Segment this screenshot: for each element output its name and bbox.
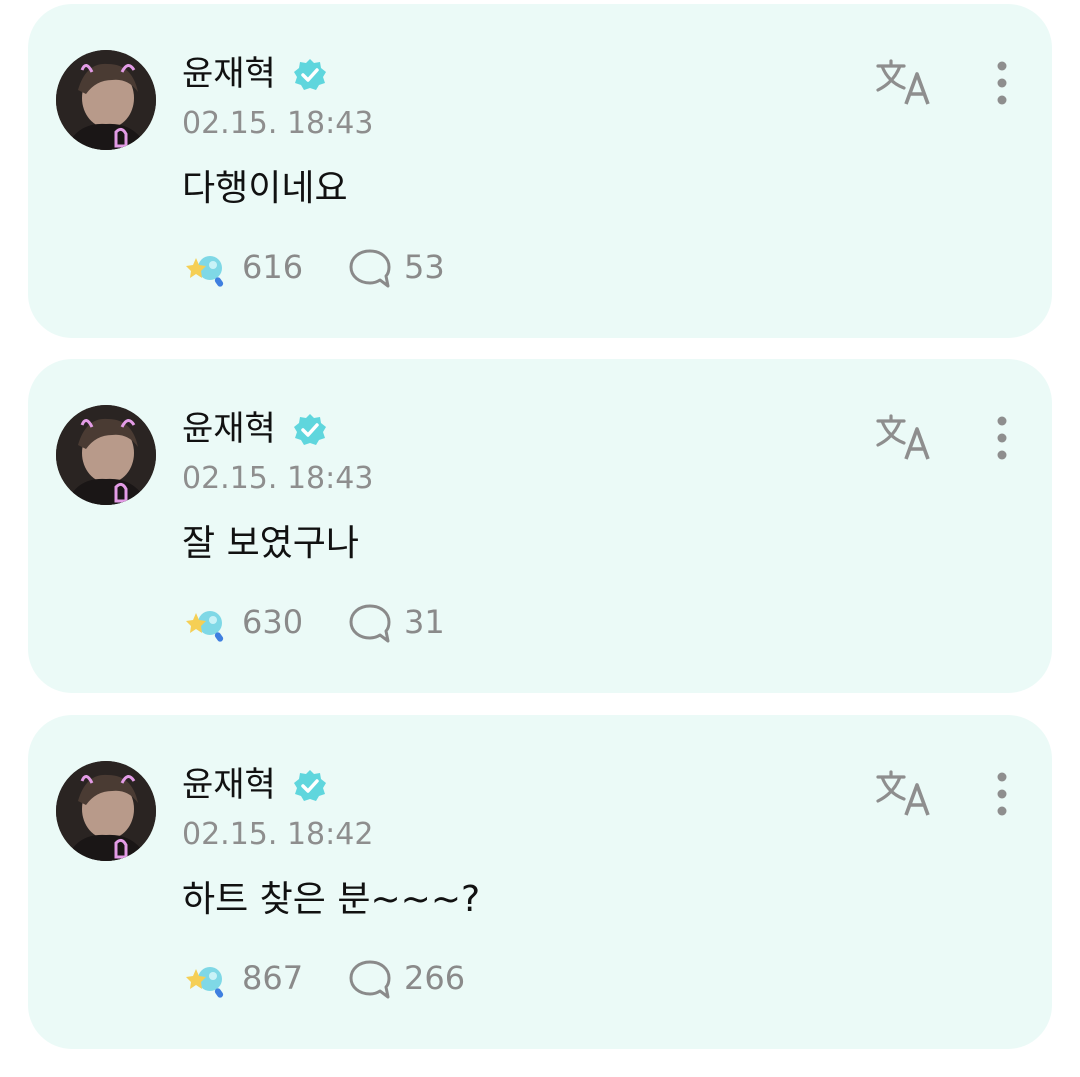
- comment-count: 31: [404, 603, 445, 641]
- translate-icon[interactable]: [874, 769, 934, 819]
- comment-bubble-icon[interactable]: [348, 958, 392, 1002]
- post-timestamp: 02.15. 18:42: [182, 817, 374, 852]
- verified-badge-icon: [292, 57, 328, 93]
- comment-count: 53: [404, 248, 445, 286]
- post-feed: 윤재혁 02.15. 18:43 다행이네요 616 53 윤재혁 02.15.…: [0, 0, 1080, 1077]
- like-count: 616: [242, 248, 304, 286]
- star-lightstick-icon[interactable]: [182, 955, 232, 1005]
- post-timestamp: 02.15. 18:43: [182, 106, 374, 141]
- post-card[interactable]: 윤재혁 02.15. 18:43 다행이네요 616 53: [28, 4, 1052, 338]
- avatar[interactable]: [56, 761, 156, 861]
- avatar[interactable]: [56, 405, 156, 505]
- translate-icon[interactable]: [874, 58, 934, 108]
- author-name[interactable]: 윤재혁: [182, 763, 276, 807]
- author-name[interactable]: 윤재혁: [182, 407, 276, 451]
- more-vertical-icon[interactable]: [990, 60, 1014, 110]
- comment-bubble-icon[interactable]: [348, 247, 392, 291]
- post-text[interactable]: 잘 보였구나: [182, 519, 359, 569]
- star-lightstick-icon[interactable]: [182, 244, 232, 294]
- verified-badge-icon: [292, 412, 328, 448]
- comment-count: 266: [404, 959, 466, 997]
- post-text[interactable]: 하트 찾은 분~~~?: [182, 875, 480, 925]
- post-card[interactable]: 윤재혁 02.15. 18:43 잘 보였구나 630 31: [28, 359, 1052, 693]
- author-name[interactable]: 윤재혁: [182, 52, 276, 96]
- translate-icon[interactable]: [874, 413, 934, 463]
- like-count: 867: [242, 959, 304, 997]
- post-timestamp: 02.15. 18:43: [182, 461, 374, 496]
- star-lightstick-icon[interactable]: [182, 599, 232, 649]
- like-count: 630: [242, 603, 304, 641]
- avatar[interactable]: [56, 50, 156, 150]
- more-vertical-icon[interactable]: [990, 415, 1014, 465]
- more-vertical-icon[interactable]: [990, 771, 1014, 821]
- post-card[interactable]: 윤재혁 02.15. 18:42 하트 찾은 분~~~? 867 266: [28, 715, 1052, 1049]
- comment-bubble-icon[interactable]: [348, 602, 392, 646]
- verified-badge-icon: [292, 768, 328, 804]
- post-text[interactable]: 다행이네요: [182, 164, 348, 214]
